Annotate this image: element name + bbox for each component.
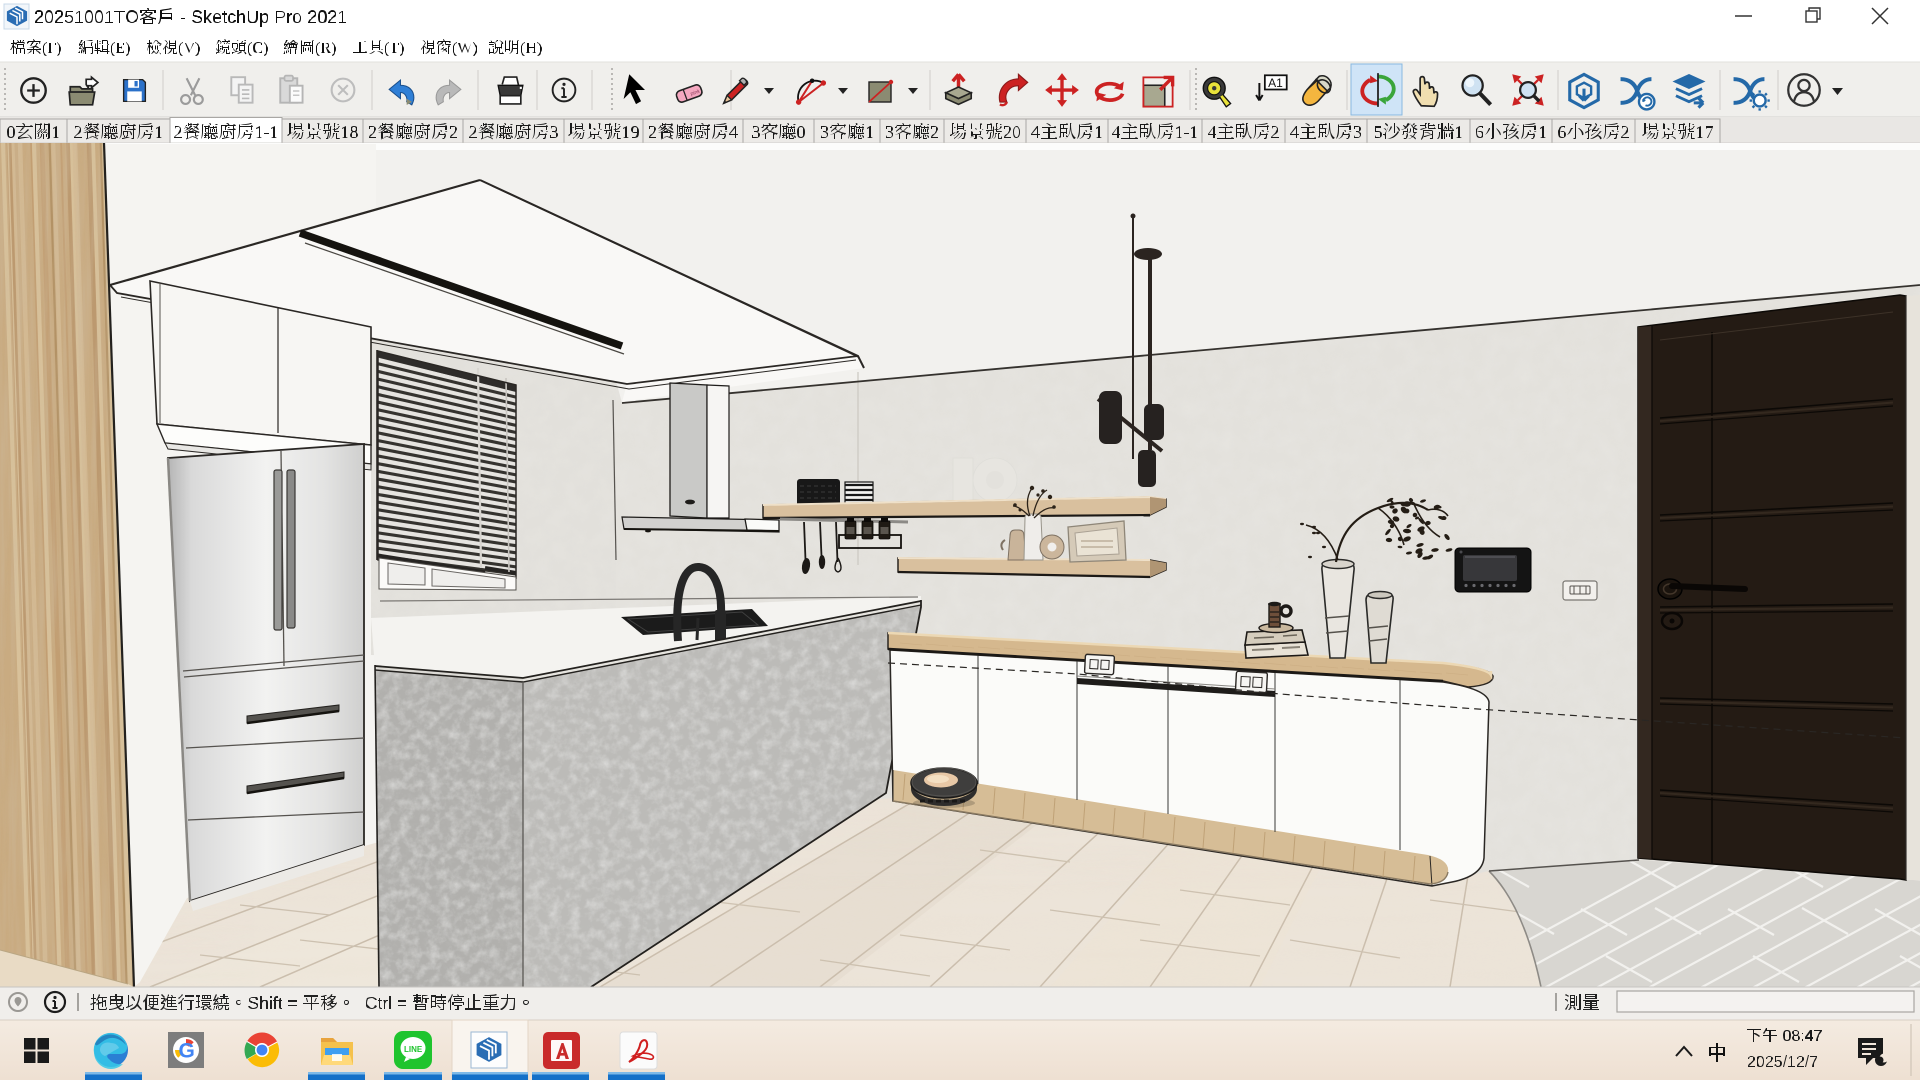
svg-text:G: G [179, 1040, 195, 1063]
svg-text:LINE: LINE [404, 1045, 423, 1054]
svg-text:A1: A1 [1268, 76, 1283, 90]
